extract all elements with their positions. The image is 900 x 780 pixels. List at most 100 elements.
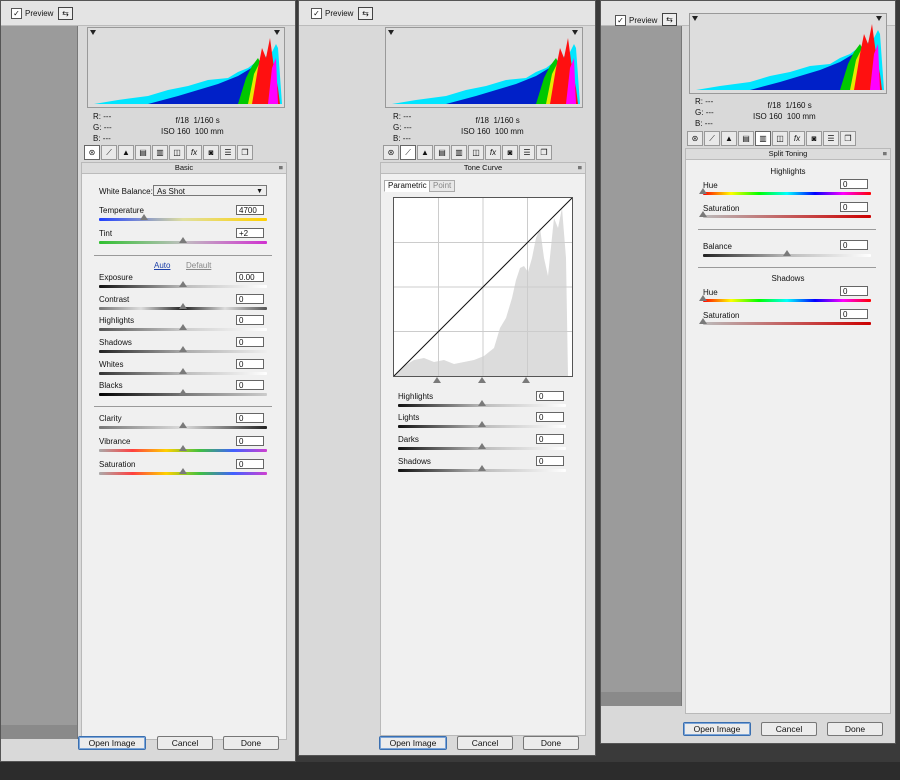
blacks-field[interactable]: 0 (236, 380, 264, 390)
fx-icon[interactable]: fx (789, 131, 805, 146)
panel-menu-icon[interactable]: ≡ (883, 149, 887, 159)
shadows-field[interactable]: 0 (236, 337, 264, 347)
darks-thumb[interactable] (478, 443, 486, 449)
hsl-icon[interactable]: ▤ (738, 131, 754, 146)
split-toning-icon[interactable]: ▥ (451, 145, 467, 160)
presets-icon[interactable]: ☰ (823, 131, 839, 146)
cancel-button[interactable]: Cancel (761, 722, 817, 736)
preview-toggle[interactable]: ✓ Preview (11, 8, 53, 19)
aperture-icon[interactable]: ⊛ (383, 145, 399, 160)
preview-checkbox[interactable]: ✓ (615, 15, 626, 26)
highlights-field[interactable]: 0 (536, 391, 564, 401)
split-toning-icon[interactable]: ▥ (755, 131, 771, 146)
contrast-thumb[interactable] (179, 303, 187, 309)
preview-checkbox[interactable]: ✓ (311, 8, 322, 19)
done-button[interactable]: Done (523, 736, 579, 750)
shadows-hue-field[interactable]: 0 (840, 286, 868, 296)
vibrance-field[interactable]: 0 (236, 436, 264, 446)
curve-icon[interactable]: ⟋ (400, 145, 416, 160)
contrast-field[interactable]: 0 (236, 294, 264, 304)
temperature-slider[interactable] (99, 218, 267, 221)
tint-thumb[interactable] (179, 237, 187, 243)
toggle-fullscreen-icon[interactable]: ⇆ (662, 13, 677, 26)
highlights-saturation-thumb[interactable] (699, 211, 707, 217)
split-toning-icon[interactable]: ▥ (152, 145, 168, 160)
exposure-field[interactable]: 0.00 (236, 272, 264, 282)
cancel-button[interactable]: Cancel (457, 736, 513, 750)
highlights-thumb[interactable] (478, 400, 486, 406)
temperature-thumb[interactable] (140, 214, 148, 220)
highlights-thumb[interactable] (179, 324, 187, 330)
tab-parametric[interactable]: Parametric (384, 180, 431, 192)
shadows-hue-slider[interactable] (703, 299, 871, 302)
preview-toggle[interactable]: ✓ Preview (311, 8, 353, 19)
lights-field[interactable]: 0 (536, 412, 564, 422)
snapshots-icon[interactable]: ❐ (237, 145, 253, 160)
temperature-field[interactable]: 4700 (236, 205, 264, 215)
camera-calibration-icon[interactable]: ◙ (806, 131, 822, 146)
shadows-hue-thumb[interactable] (699, 295, 707, 301)
shadows-saturation-thumb[interactable] (699, 318, 707, 324)
white-balance-select[interactable]: As Shot ▼ (153, 185, 267, 196)
tone-curve-graph[interactable] (393, 197, 573, 377)
curve-icon[interactable]: ⟋ (704, 131, 720, 146)
highlights-hue-field[interactable]: 0 (840, 179, 868, 189)
saturation-field[interactable]: 0 (236, 459, 264, 469)
done-button[interactable]: Done (223, 736, 279, 750)
region-split-midtones-thumb[interactable] (478, 377, 486, 383)
done-button[interactable]: Done (827, 722, 883, 736)
clarity-field[interactable]: 0 (236, 413, 264, 423)
preview-toggle[interactable]: ✓ Preview (615, 15, 657, 26)
toggle-fullscreen-icon[interactable]: ⇆ (58, 7, 73, 20)
lens-icon[interactable]: ◫ (772, 131, 788, 146)
darks-field[interactable]: 0 (536, 434, 564, 444)
detail-icon[interactable]: ▲ (721, 131, 737, 146)
panel-menu-icon[interactable]: ≡ (578, 163, 582, 173)
camera-calibration-icon[interactable]: ◙ (203, 145, 219, 160)
hsl-icon[interactable]: ▤ (135, 145, 151, 160)
whites-thumb[interactable] (179, 368, 187, 374)
hsl-icon[interactable]: ▤ (434, 145, 450, 160)
clarity-thumb[interactable] (179, 422, 187, 428)
snapshots-icon[interactable]: ❐ (536, 145, 552, 160)
cancel-button[interactable]: Cancel (157, 736, 213, 750)
default-link[interactable]: Default (186, 261, 211, 270)
auto-link[interactable]: Auto (154, 261, 170, 270)
highlights-hue-slider[interactable] (703, 192, 871, 195)
balance-thumb[interactable] (783, 250, 791, 256)
saturation-thumb[interactable] (179, 468, 187, 474)
shadows-field[interactable]: 0 (536, 456, 564, 466)
lens-icon[interactable]: ◫ (169, 145, 185, 160)
aperture-icon[interactable]: ⊛ (687, 131, 703, 146)
detail-icon[interactable]: ▲ (417, 145, 433, 160)
open-image-button[interactable]: Open Image (78, 736, 146, 750)
open-image-button[interactable]: Open Image (379, 736, 447, 750)
lens-icon[interactable]: ◫ (468, 145, 484, 160)
lights-thumb[interactable] (478, 421, 486, 427)
region-split-highlights-thumb[interactable] (522, 377, 530, 383)
fx-icon[interactable]: fx (186, 145, 202, 160)
shadows-thumb[interactable] (179, 346, 187, 352)
highlights-saturation-slider[interactable] (703, 215, 871, 218)
tint-field[interactable]: +2 (236, 228, 264, 238)
camera-calibration-icon[interactable]: ◙ (502, 145, 518, 160)
presets-icon[interactable]: ☰ (220, 145, 236, 160)
curve-icon[interactable]: ⟋ (101, 145, 117, 160)
blacks-thumb[interactable] (179, 389, 187, 395)
vibrance-thumb[interactable] (179, 445, 187, 451)
toggle-fullscreen-icon[interactable]: ⇆ (358, 7, 373, 20)
tab-point[interactable]: Point (429, 180, 456, 192)
aperture-icon[interactable]: ⊛ (84, 145, 100, 160)
panel-menu-icon[interactable]: ≡ (279, 163, 283, 173)
shadows-saturation-slider[interactable] (703, 322, 871, 325)
shadows-thumb[interactable] (478, 465, 486, 471)
detail-icon[interactable]: ▲ (118, 145, 134, 160)
exposure-thumb[interactable] (179, 281, 187, 287)
whites-field[interactable]: 0 (236, 359, 264, 369)
region-split-shadows-thumb[interactable] (433, 377, 441, 383)
shadows-saturation-field[interactable]: 0 (840, 309, 868, 319)
highlights-saturation-field[interactable]: 0 (840, 202, 868, 212)
preview-checkbox[interactable]: ✓ (11, 8, 22, 19)
open-image-button[interactable]: Open Image (683, 722, 751, 736)
snapshots-icon[interactable]: ❐ (840, 131, 856, 146)
